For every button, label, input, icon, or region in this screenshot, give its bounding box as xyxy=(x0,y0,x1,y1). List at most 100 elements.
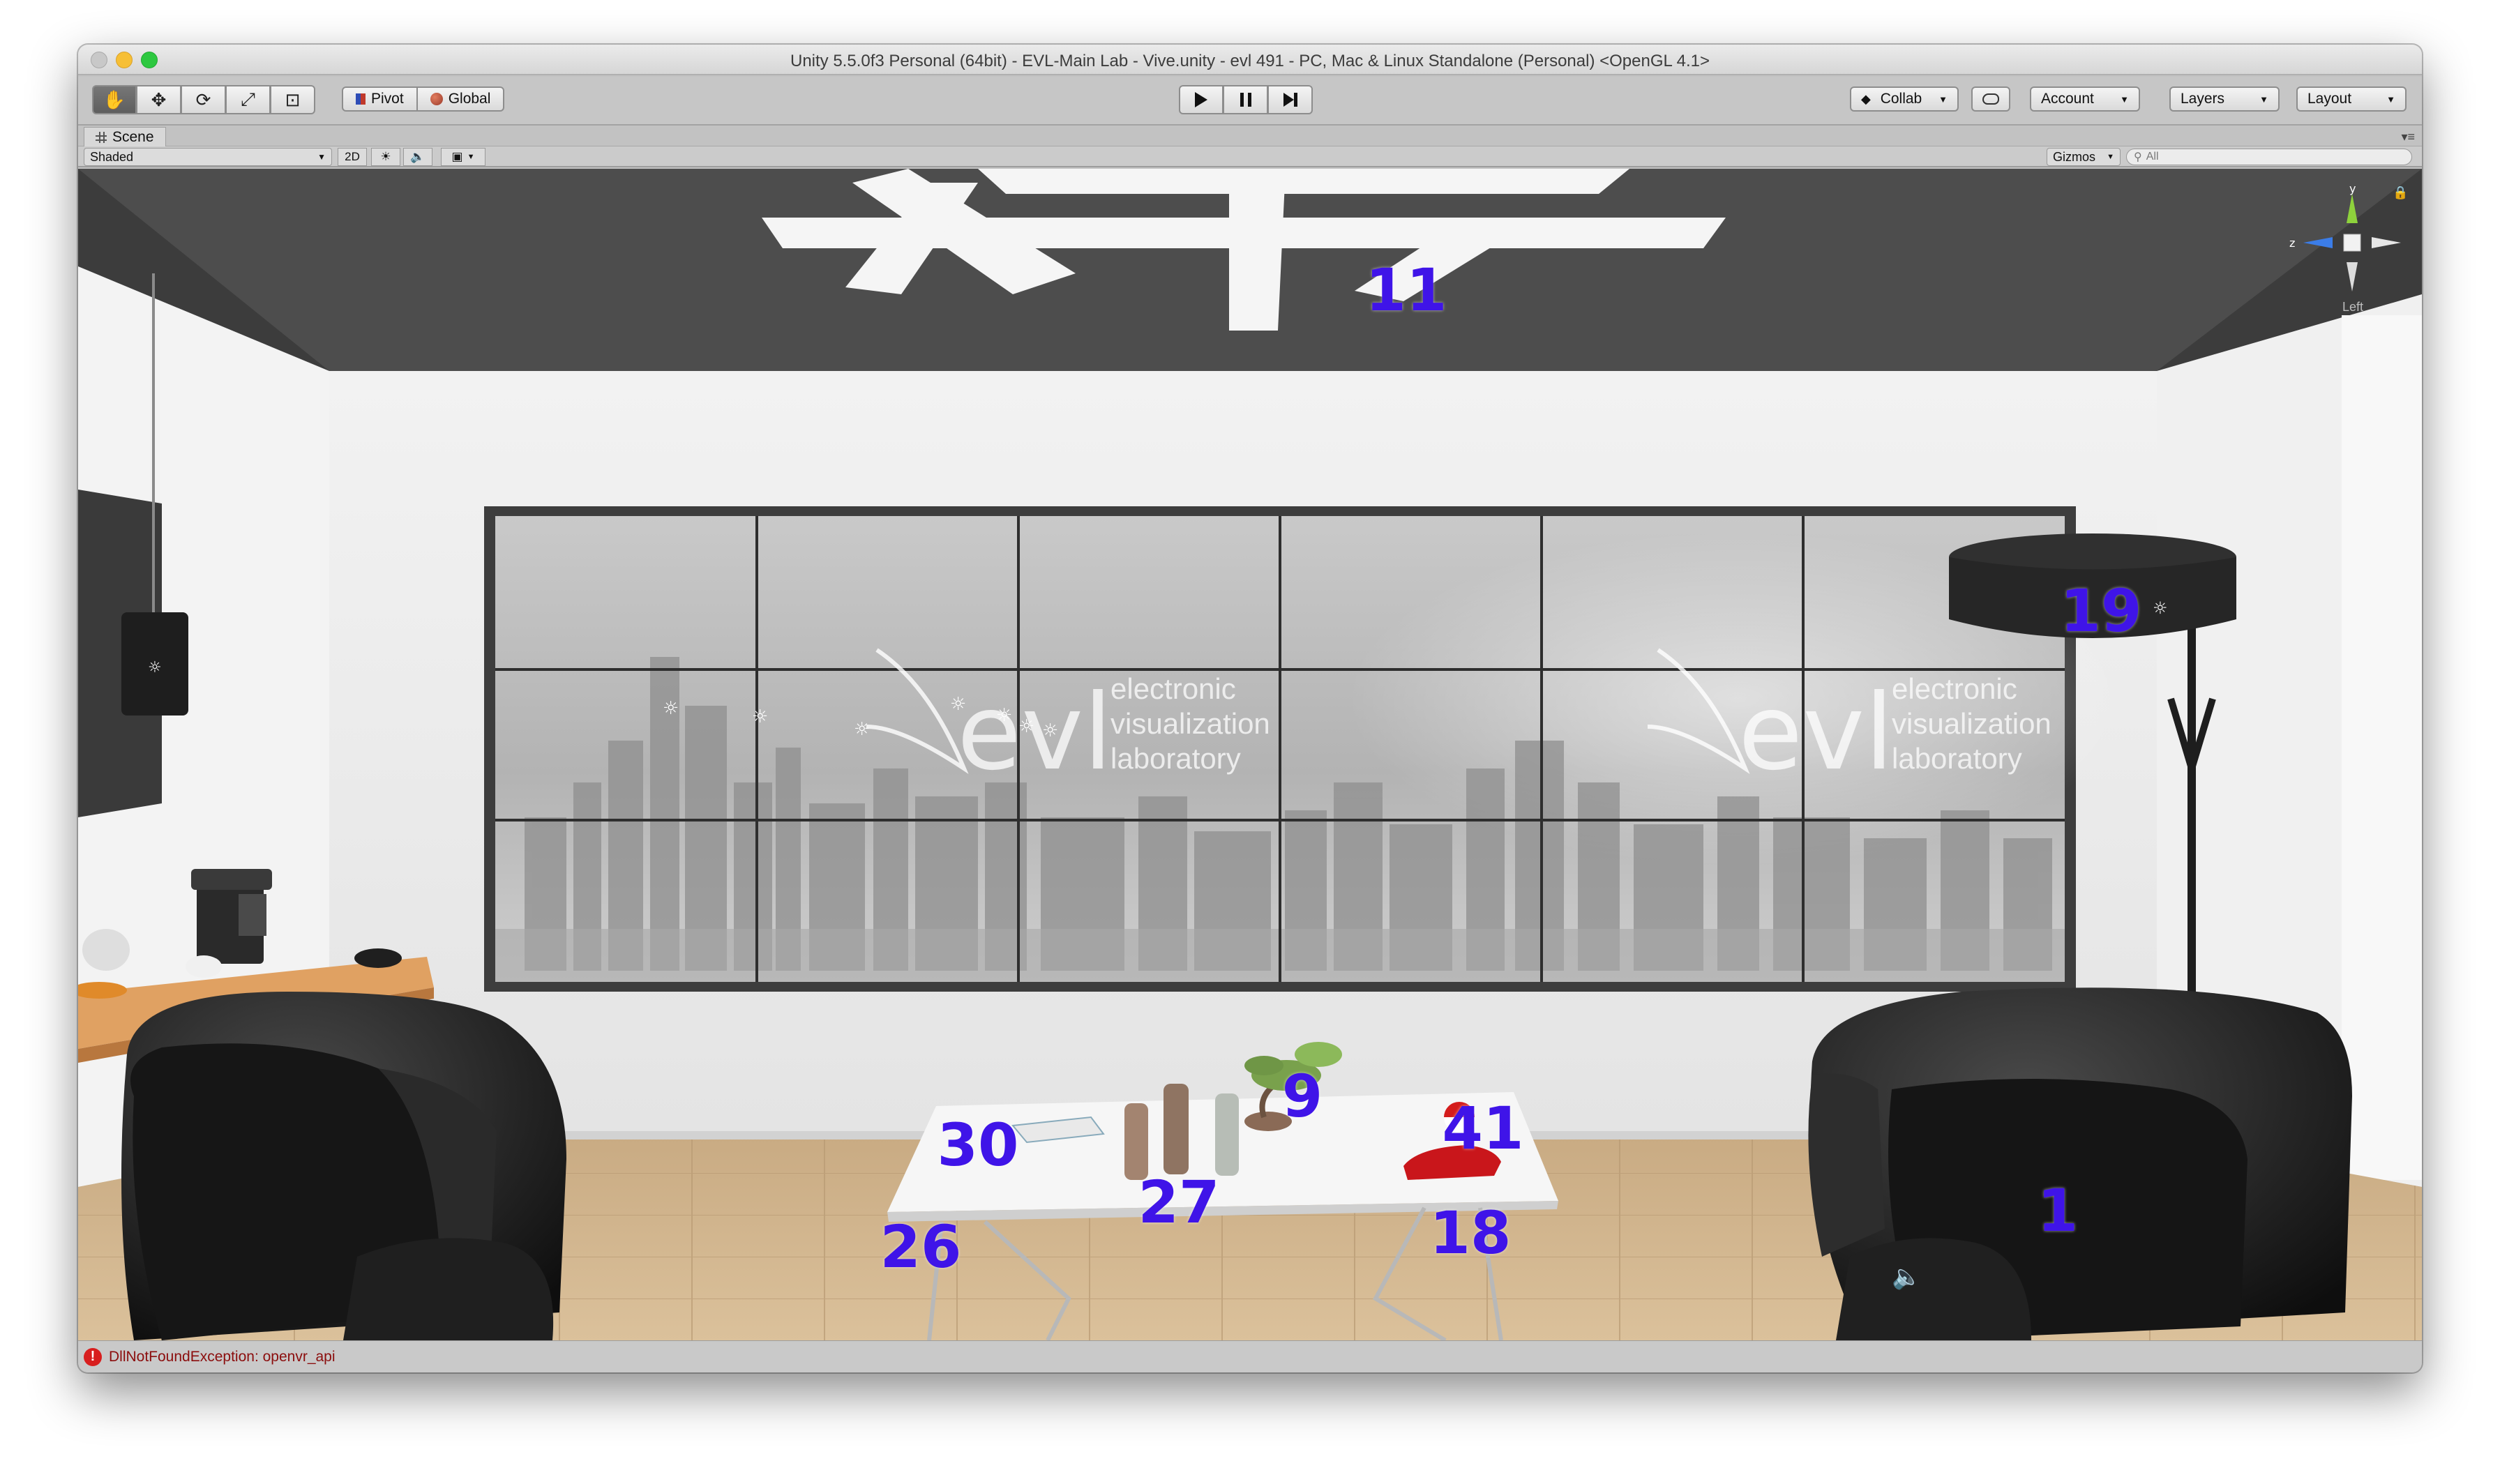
hand-tool-button[interactable]: ✋ xyxy=(92,85,137,114)
light-gizmo-icon[interactable]: ☼ xyxy=(1042,720,1058,741)
wall-text-laboratory-right: laboratory xyxy=(1892,742,2022,775)
transform-tools: ✋ ✥ ⟳ ⤢ ⊡ xyxy=(92,85,315,114)
window-title: Unity 5.5.0f3 Personal (64bit) - EVL-Mai… xyxy=(790,52,1710,70)
2d-toggle-button[interactable]: 2D xyxy=(338,148,367,166)
light-gizmo-icon[interactable]: ☼ xyxy=(148,659,162,676)
marker-toy-car: 18 xyxy=(1429,1199,1512,1267)
light-gizmo-icon[interactable]: ☼ xyxy=(854,719,870,740)
chevron-down-icon: ▼ xyxy=(2259,93,2268,105)
scale-tool-button[interactable]: ⤢ xyxy=(226,85,271,114)
move-icon: ✥ xyxy=(151,89,167,110)
pivot-toggle-button[interactable]: Pivot xyxy=(342,86,418,112)
marker-bonsai: 9 xyxy=(1281,1062,1323,1130)
panel-menu-icon[interactable]: ▾≡ xyxy=(2401,130,2415,144)
scale-icon: ⤢ xyxy=(241,89,255,109)
shading-mode-label: Shaded xyxy=(90,149,134,164)
console-error-message[interactable]: DllNotFoundException: openvr_api xyxy=(109,1349,336,1365)
evl-logo-left: evl xyxy=(957,672,1113,794)
scene-render: evl evl electronic visualization laborat… xyxy=(78,169,2422,1340)
search-placeholder: All xyxy=(2146,151,2159,162)
audio-source-gizmo-icon[interactable]: 🔈 xyxy=(1892,1263,1921,1291)
lock-icon[interactable]: 🔒 xyxy=(2393,186,2408,200)
layout-label: Layout xyxy=(2307,91,2352,107)
globe-icon xyxy=(430,93,443,105)
chevron-down-icon: ▼ xyxy=(317,152,326,162)
play-icon xyxy=(1195,92,1207,107)
gizmos-dropdown[interactable]: Gizmos ▼ xyxy=(2047,148,2121,166)
wall-text-electronic: electronic xyxy=(1110,672,1236,705)
pause-button[interactable] xyxy=(1223,85,1268,114)
marker-poke-ball: 41 xyxy=(1442,1094,1524,1163)
marker-floor-lamp: 19 xyxy=(2060,577,2142,645)
hand-icon: ✋ xyxy=(103,89,126,110)
pivot-icon xyxy=(356,93,366,105)
scene-control-bar: Shaded ▼ 2D ☀ 🔈 ▣ ▼ Gizmos ▼ ⚲ All xyxy=(78,146,2422,167)
gizmos-label: Gizmos xyxy=(2053,149,2096,164)
global-toggle-button[interactable]: Global xyxy=(417,86,505,112)
armchair-right: 🔈 xyxy=(1808,987,2352,1340)
marker-moai-statues: 27 xyxy=(1138,1168,1220,1236)
wall-text-electronic-right: electronic xyxy=(1892,672,2017,705)
layout-dropdown[interactable]: Layout ▼ xyxy=(2296,86,2407,112)
wall-text-visualization-right: visualization xyxy=(1892,707,2051,740)
title-bar: Unity 5.5.0f3 Personal (64bit) - EVL-Mai… xyxy=(78,45,2422,75)
light-gizmo-icon[interactable]: ☼ xyxy=(950,694,966,715)
playback-controls xyxy=(1179,85,1313,114)
collab-icon: ◆ xyxy=(1861,91,1871,106)
step-button[interactable] xyxy=(1268,85,1313,114)
search-icon: ⚲ xyxy=(2134,151,2142,163)
speaker-icon: 🔈 xyxy=(410,150,426,163)
account-dropdown[interactable]: Account ▼ xyxy=(2030,86,2140,112)
scene-search-input[interactable]: ⚲ All xyxy=(2126,149,2412,165)
rotate-tool-button[interactable]: ⟳ xyxy=(181,85,226,114)
play-button[interactable] xyxy=(1179,85,1223,114)
pivot-label: Pivot xyxy=(371,91,404,107)
chevron-down-icon: ▼ xyxy=(2120,93,2129,105)
image-icon: ▣ xyxy=(451,150,463,163)
chevron-down-icon: ▼ xyxy=(1938,93,1948,105)
gizmo-y-label: y xyxy=(2349,182,2356,195)
marker-magazines: 30 xyxy=(937,1111,1019,1179)
shading-mode-dropdown[interactable]: Shaded ▼ xyxy=(84,148,332,166)
unity-editor-window: Unity 5.5.0f3 Personal (64bit) - EVL-Mai… xyxy=(78,45,2422,1372)
scene-tab-bar: Scene ▾≡ xyxy=(78,127,2422,146)
layers-dropdown[interactable]: Layers ▼ xyxy=(2169,86,2280,112)
evl-logo-right: evl xyxy=(1738,672,1894,794)
step-icon xyxy=(1283,93,1297,107)
2d-label: 2D xyxy=(345,150,360,163)
scene-audio-toggle[interactable]: 🔈 xyxy=(403,148,432,166)
sun-icon: ☀ xyxy=(380,150,391,163)
move-tool-button[interactable]: ✥ xyxy=(137,85,181,114)
tab-scene[interactable]: Scene xyxy=(84,127,166,146)
light-gizmo-icon[interactable]: ☼ xyxy=(1018,716,1034,737)
marker-coffee-table: 26 xyxy=(880,1213,962,1281)
light-gizmo-icon[interactable]: ☼ xyxy=(2153,598,2168,618)
cloud-services-button[interactable] xyxy=(1971,86,2010,112)
light-gizmo-icon[interactable]: ☼ xyxy=(996,705,1012,726)
account-label: Account xyxy=(2041,91,2094,107)
rotate-icon: ⟳ xyxy=(195,89,211,110)
pause-icon xyxy=(1240,93,1251,107)
wall-text-laboratory: laboratory xyxy=(1110,742,1241,775)
error-icon: ! xyxy=(84,1347,102,1366)
chevron-down-icon: ▼ xyxy=(2386,93,2395,105)
armchair-left xyxy=(121,992,566,1340)
collab-label: Collab xyxy=(1880,91,1922,107)
light-gizmo-icon[interactable]: ☼ xyxy=(663,698,679,719)
chevron-down-icon: ▼ xyxy=(467,153,475,161)
scene-effects-dropdown[interactable]: ▣ ▼ xyxy=(441,148,485,166)
global-label: Global xyxy=(448,91,491,107)
scene-lighting-toggle[interactable]: ☀ xyxy=(371,148,400,166)
layers-label: Layers xyxy=(2181,91,2225,107)
rect-tool-button[interactable]: ⊡ xyxy=(271,85,315,114)
status-bar[interactable]: ! DllNotFoundException: openvr_api xyxy=(78,1340,2422,1372)
rect-tool-icon: ⊡ xyxy=(285,89,301,110)
gizmo-z-label: z xyxy=(2289,236,2295,250)
scene-tab-label: Scene xyxy=(112,128,154,145)
scene-viewport[interactable]: evl evl electronic visualization laborat… xyxy=(78,169,2422,1340)
collab-dropdown[interactable]: ◆ Collab ▼ xyxy=(1850,86,1959,112)
chevron-down-icon: ▼ xyxy=(2107,153,2114,161)
wall-text-visualization: visualization xyxy=(1110,707,1270,740)
pivot-global-group: Pivot Global xyxy=(342,86,505,112)
light-gizmo-icon[interactable]: ☼ xyxy=(752,706,768,727)
